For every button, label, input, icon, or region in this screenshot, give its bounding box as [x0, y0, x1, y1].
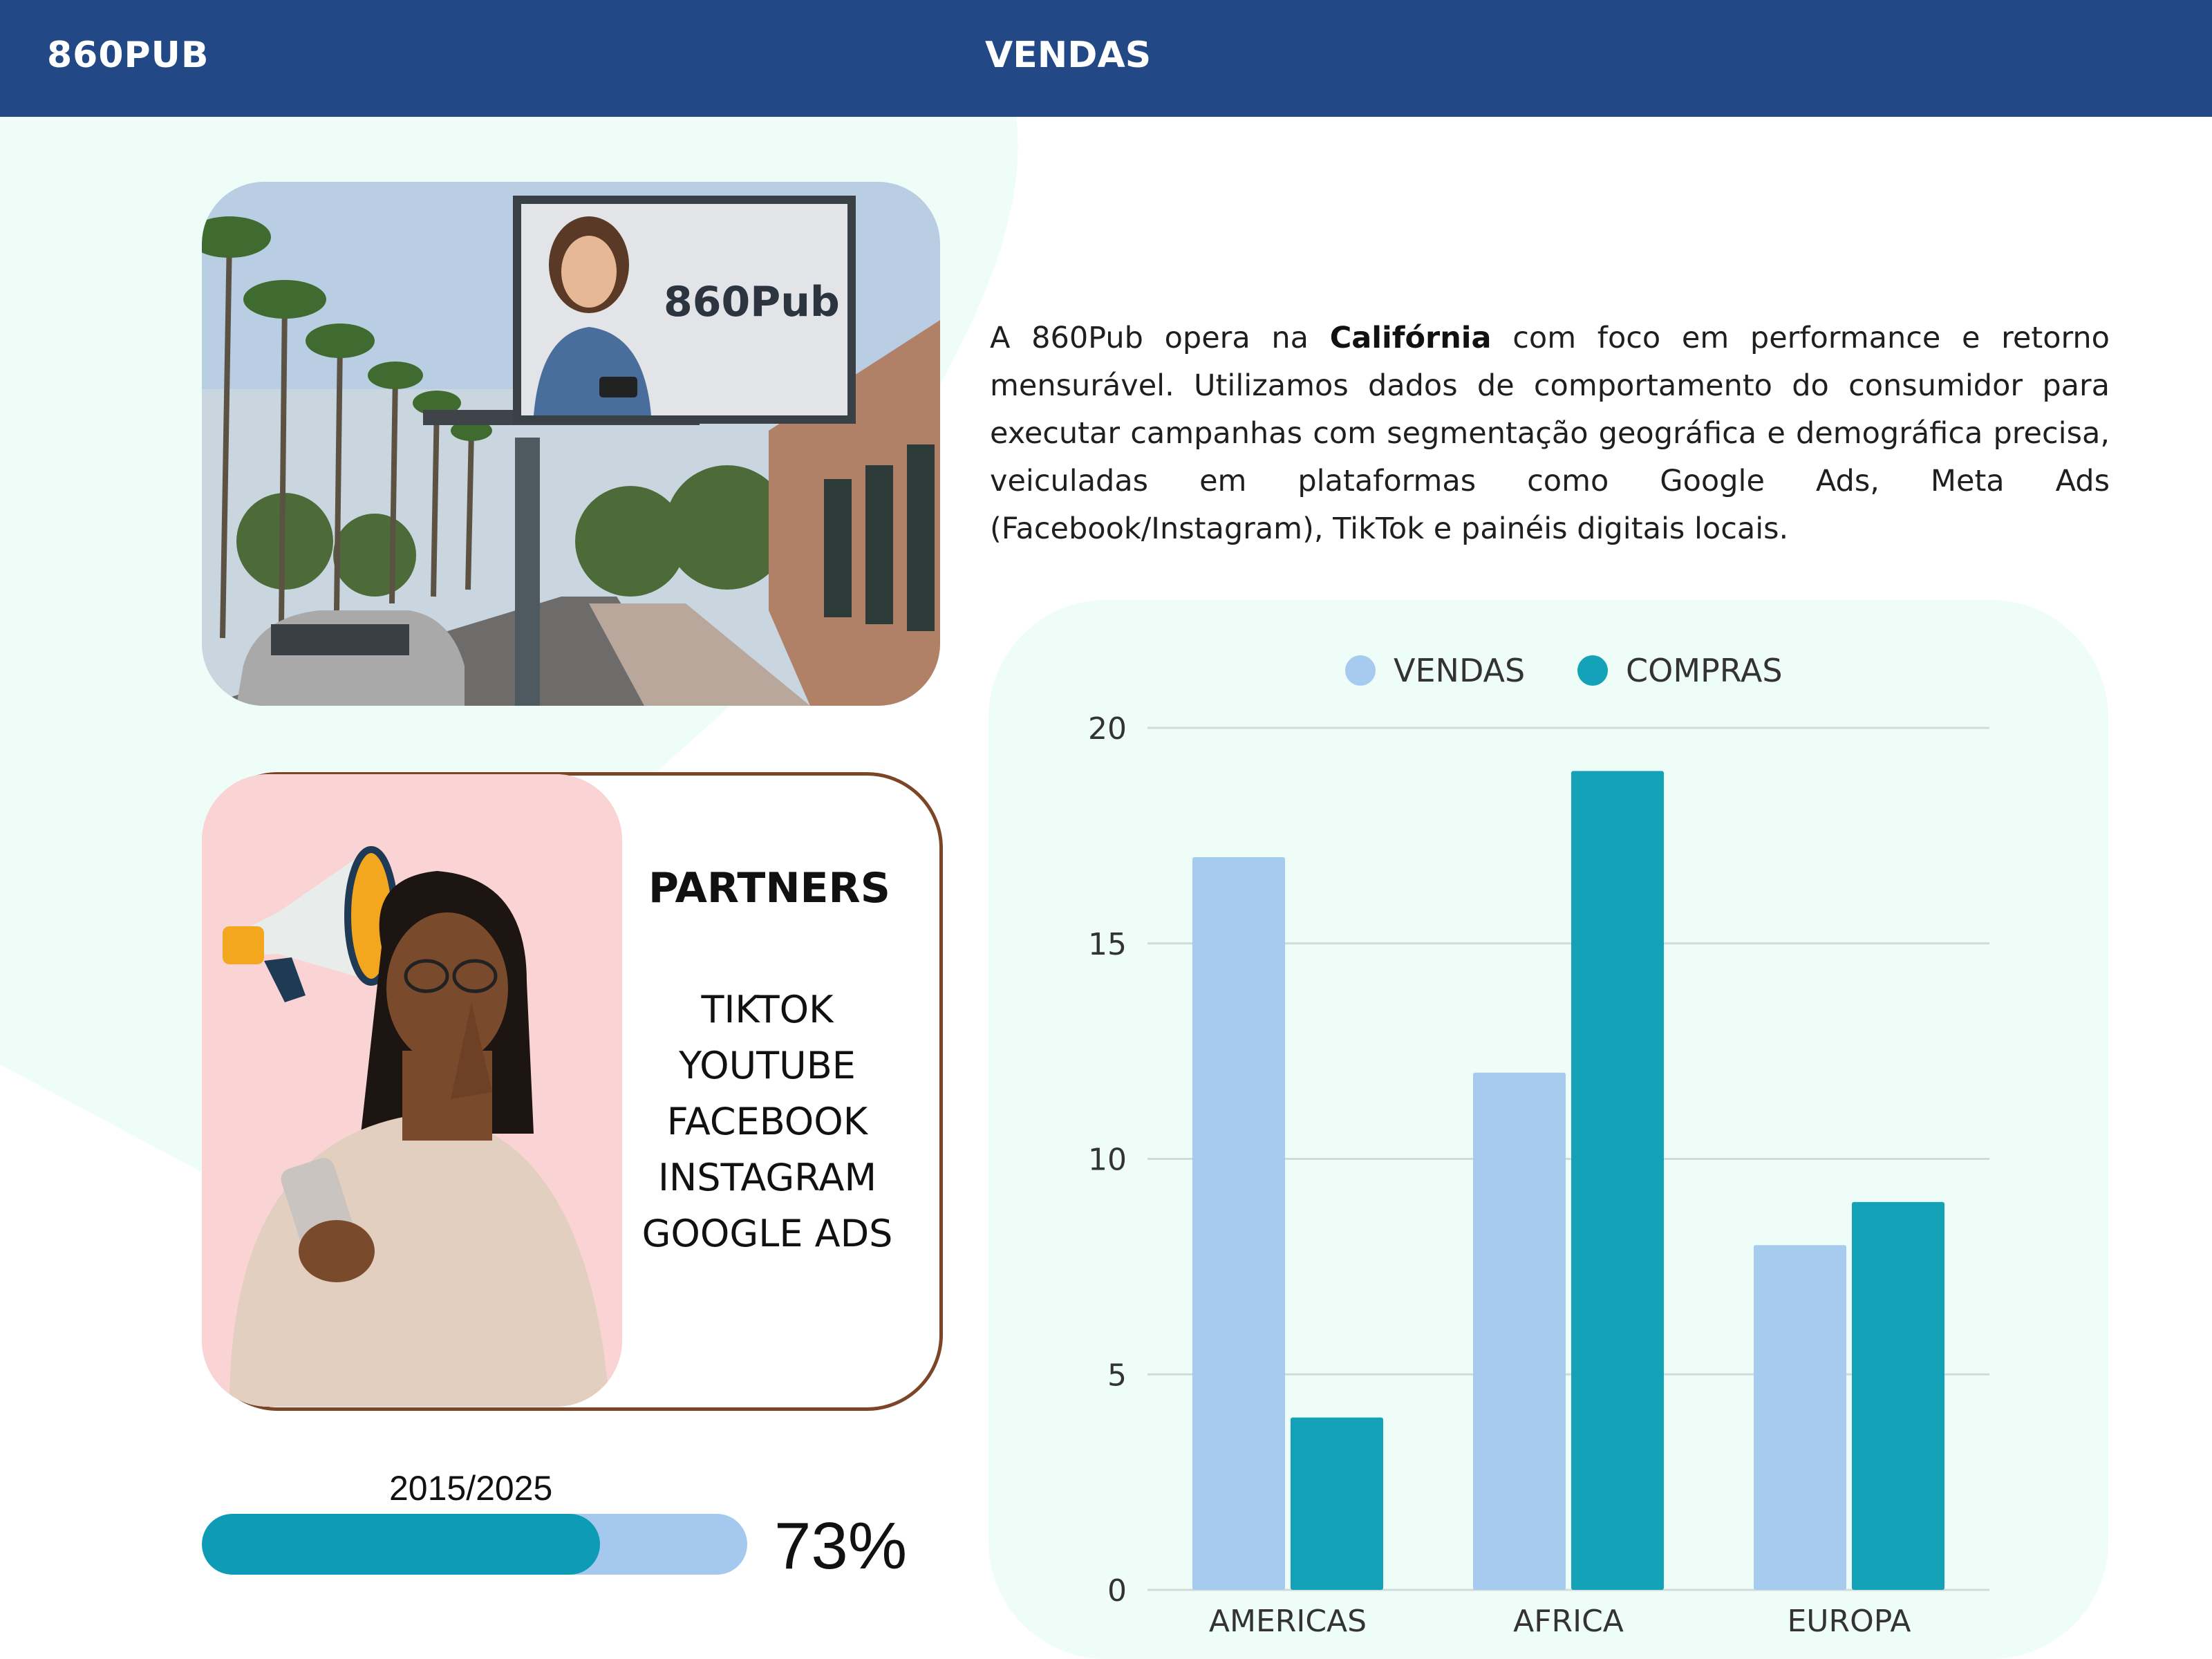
bar-chart: 0 5 10 15 20 AMERICAS AFRICA EUROPA VENDAS COMPRA… — [1088, 652, 1989, 1639]
x-tick-label: AMERICAS — [1209, 1604, 1367, 1639]
bar-vendas-europa — [1754, 1245, 1846, 1590]
legend-marker-compras — [1577, 655, 1608, 686]
partners-title: PARTNERS — [648, 864, 890, 912]
y-tick-label: 15 — [1088, 927, 1127, 962]
partner-item: TIKTOK — [701, 988, 834, 1031]
bar-compras-africa — [1571, 771, 1664, 1590]
bar-compras-europa — [1852, 1201, 1944, 1590]
y-tick-label: 5 — [1107, 1358, 1127, 1393]
partner-item: FACEBOOK — [666, 1100, 868, 1143]
x-tick-label: EUROPA — [1787, 1604, 1911, 1639]
y-tick-label: 0 — [1107, 1573, 1127, 1609]
partner-item: GOOGLE ADS — [641, 1212, 893, 1255]
legend-label-vendas: VENDAS — [1394, 652, 1525, 689]
y-tick-label: 20 — [1088, 711, 1127, 747]
y-tick-label: 10 — [1088, 1143, 1127, 1178]
legend-label-compras: COMPRAS — [1626, 652, 1783, 689]
x-tick-label: AFRICA — [1513, 1604, 1624, 1639]
partner-item: YOUTUBE — [679, 1044, 856, 1087]
partner-item: INSTAGRAM — [657, 1156, 877, 1199]
bar-compras-americas — [1291, 1417, 1383, 1590]
bar-vendas-americas — [1192, 857, 1285, 1590]
partners-list: TIKTOK YOUTUBE FACEBOOK INSTAGRAM GOOGLE… — [622, 982, 912, 1262]
legend-marker-vendas — [1345, 655, 1376, 686]
bar-vendas-africa — [1473, 1072, 1566, 1590]
